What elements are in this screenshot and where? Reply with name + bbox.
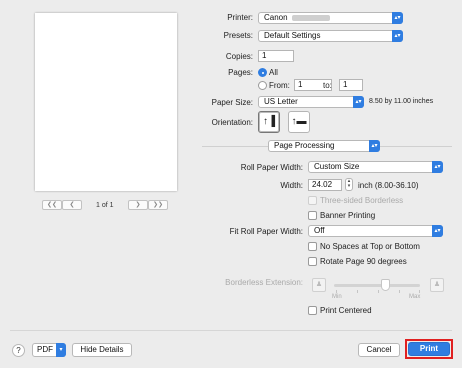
width-unit: inch (8.00-36.10) <box>358 181 419 190</box>
rotate-page-checkbox[interactable] <box>308 257 317 266</box>
next-page-icon: ❯ <box>135 202 141 208</box>
slider-tick <box>336 290 337 293</box>
printer-value: Canon <box>264 13 288 22</box>
stepper-down-icon: ▾ <box>347 183 351 189</box>
slider-min-label: Min <box>332 294 342 300</box>
paper-size-label: Paper Size: <box>211 98 253 107</box>
prev-page-button[interactable]: ❮ <box>62 200 82 210</box>
borderless-max-icon: ♟ <box>430 278 444 292</box>
roll-paper-width-label: Roll Paper Width: <box>240 163 303 172</box>
chevron-updown-icon: ▴▾ <box>432 225 443 237</box>
chevron-updown-icon: ▴▾ <box>392 30 403 42</box>
section-popup[interactable]: Page Processing ▴▾ <box>268 140 380 152</box>
pages-from-radio[interactable] <box>258 81 267 90</box>
fit-roll-paper-width-popup[interactable]: Off ▴▾ <box>308 225 443 237</box>
pages-label: Pages: <box>228 68 253 77</box>
no-spaces-label: No Spaces at Top or Bottom <box>320 242 420 251</box>
print-centered-checkbox[interactable] <box>308 306 317 315</box>
page-preview <box>35 13 177 191</box>
borderless-min-icon: ♟ <box>312 278 326 292</box>
hide-details-button[interactable]: Hide Details <box>72 343 132 357</box>
printer-popup[interactable]: Canon ▴▾ <box>258 12 403 24</box>
roll-paper-width-value: Custom Size <box>314 162 360 171</box>
chevron-updown-icon: ▴▾ <box>432 161 443 173</box>
first-page-button[interactable]: ❮❮ <box>42 200 62 210</box>
presets-label: Presets: <box>223 31 253 40</box>
paper-size-value: US Letter <box>264 97 298 106</box>
paper-size-dimensions: 8.50 by 11.00 inches <box>369 98 434 105</box>
pages-from-label: From: <box>269 81 290 90</box>
borderless-extension-label: Borderless Extension: <box>225 278 303 287</box>
slider-tick <box>399 290 400 293</box>
copies-label: Copies: <box>225 52 253 61</box>
orientation-landscape-button[interactable]: ↑▬ <box>288 111 310 133</box>
no-spaces-checkbox[interactable] <box>308 242 317 251</box>
chevron-down-icon: ▾ <box>56 343 66 357</box>
pages-to-label: to: <box>323 81 332 90</box>
copies-input[interactable]: 1 <box>258 50 294 62</box>
pages-all-label: All <box>269 68 278 77</box>
slider-tick <box>419 290 420 293</box>
pages-to-input[interactable]: 1 <box>339 79 363 91</box>
slider-tick <box>378 290 379 293</box>
landscape-icon: ↑▬ <box>291 116 307 127</box>
pages-all-radio[interactable] <box>258 68 267 77</box>
section-popup-value: Page Processing <box>274 141 335 150</box>
width-input[interactable]: 24.02 <box>308 179 342 191</box>
slider-max-label: Max <box>409 294 421 300</box>
next-page-button[interactable]: ❯ <box>128 200 148 210</box>
orientation-portrait-button[interactable]: ↑▐ <box>258 111 280 133</box>
print-button[interactable]: Print <box>408 342 450 356</box>
chevron-updown-icon: ▴▾ <box>353 96 364 108</box>
three-sided-borderless-label: Three-sided Borderless <box>320 196 404 205</box>
prev-page-icon: ❮ <box>69 202 75 208</box>
presets-value: Default Settings <box>264 31 321 40</box>
last-page-button[interactable]: ❯❯ <box>148 200 168 210</box>
banner-printing-label: Banner Printing <box>320 211 376 220</box>
print-centered-label: Print Centered <box>320 306 372 315</box>
first-page-icon: ❮❮ <box>46 202 58 208</box>
banner-printing-checkbox[interactable] <box>308 211 317 220</box>
borderless-extension-slider[interactable] <box>334 284 420 287</box>
last-page-icon: ❯❯ <box>152 202 164 208</box>
roll-paper-width-popup[interactable]: Custom Size ▴▾ <box>308 161 443 173</box>
help-button[interactable]: ? <box>12 344 25 357</box>
fit-roll-paper-width-value: Off <box>314 226 325 235</box>
cancel-button[interactable]: Cancel <box>358 343 400 357</box>
rotate-page-label: Rotate Page 90 degrees <box>320 257 407 266</box>
print-dialog: ❮❮ ❮ 1 of 1 ❯ ❯❯ Printer: Canon ▴▾ Prese… <box>0 0 462 368</box>
footer-separator <box>10 330 452 331</box>
pdf-label: PDF <box>37 345 53 354</box>
width-stepper[interactable]: ▴ ▾ <box>345 178 353 191</box>
slider-tick <box>357 290 358 293</box>
redacted-printer-name <box>291 14 330 21</box>
orientation-label: Orientation: <box>211 118 253 127</box>
chevron-updown-icon: ▴▾ <box>369 140 380 152</box>
pdf-menu-button[interactable]: PDF ▾ <box>32 343 66 357</box>
presets-popup[interactable]: Default Settings ▴▾ <box>258 30 403 42</box>
borderless-extension-slider-knob[interactable] <box>381 279 391 291</box>
portrait-icon: ↑▐ <box>262 116 276 127</box>
width-label: Width: <box>280 181 303 190</box>
help-icon: ? <box>16 346 21 355</box>
chevron-updown-icon: ▴▾ <box>392 12 403 24</box>
printer-label: Printer: <box>227 13 253 22</box>
fit-roll-paper-width-label: Fit Roll Paper Width: <box>229 227 303 236</box>
page-indicator: 1 of 1 <box>96 202 114 209</box>
paper-size-popup[interactable]: US Letter ▴▾ <box>258 96 364 108</box>
three-sided-borderless-checkbox[interactable] <box>308 196 317 205</box>
